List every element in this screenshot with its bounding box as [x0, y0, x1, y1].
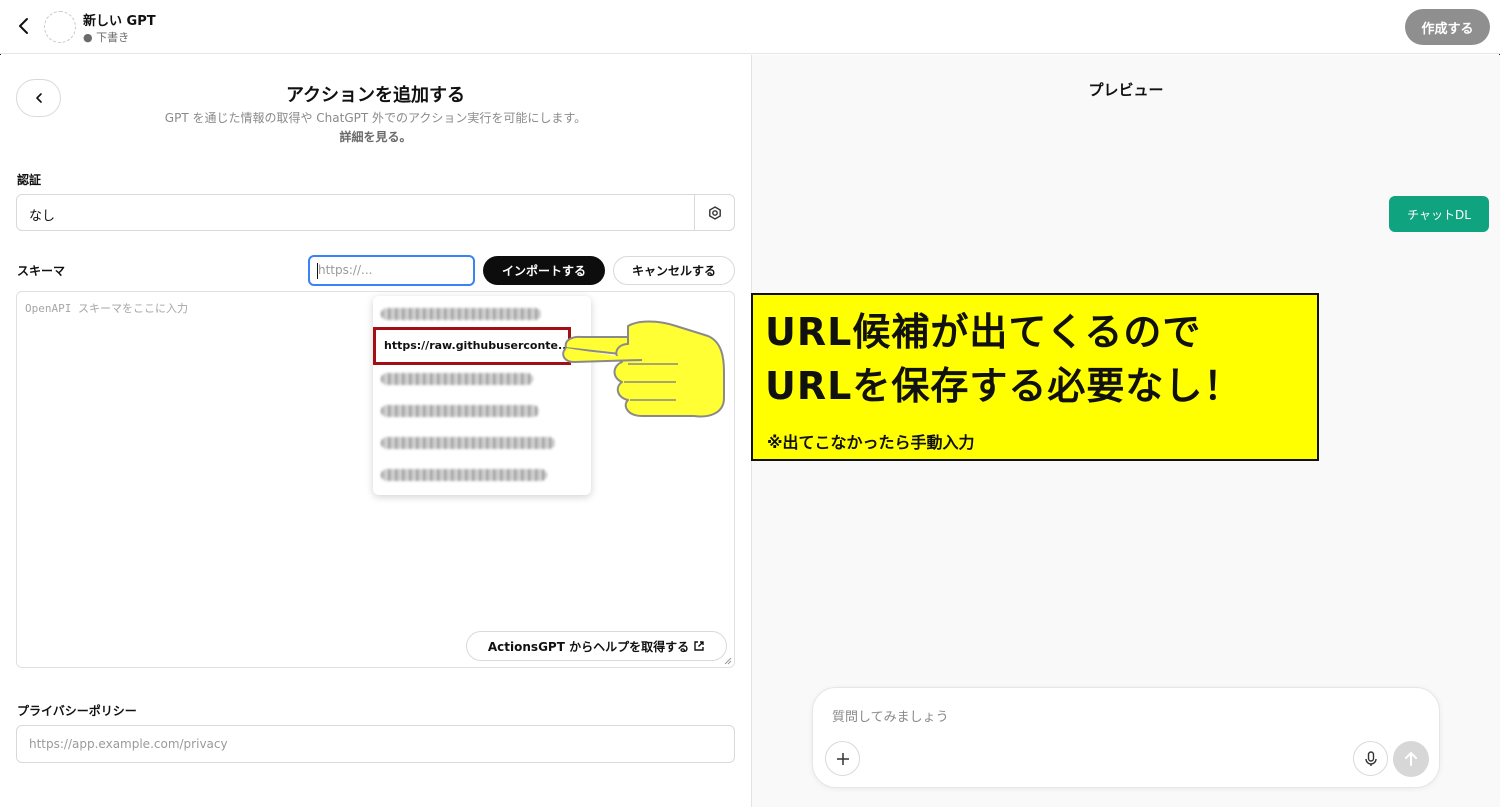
schema-url-placeholder: https://...: [318, 263, 373, 277]
chat-dl-button[interactable]: チャットDL: [1389, 196, 1489, 232]
composer-placeholder: 質問してみましょう: [832, 710, 949, 725]
external-link-icon: [694, 641, 704, 651]
message-composer[interactable]: 質問してみましょう: [812, 687, 1440, 788]
arrow-up-icon: [1405, 752, 1417, 766]
blurred-suggestion[interactable]: [381, 469, 547, 481]
url-suggestion-item[interactable]: https://raw.githubuserconte...: [373, 327, 571, 365]
resize-handle-icon[interactable]: [724, 657, 732, 665]
auth-select[interactable]: なし: [16, 194, 735, 231]
gpt-name: 新しい GPT: [83, 14, 156, 29]
schema-editor-placeholder: OpenAPI スキーマをここに入力: [25, 302, 188, 315]
gpt-status: ● 下書き: [83, 31, 130, 44]
voice-input-button[interactable]: [1353, 741, 1388, 776]
actionsgpt-help-button[interactable]: ActionsGPT からヘルプを取得する: [466, 631, 727, 661]
auth-settings-button[interactable]: [694, 195, 734, 230]
chevron-left-icon: [19, 18, 28, 34]
text-caret: [317, 263, 318, 279]
blurred-suggestion[interactable]: [381, 373, 533, 385]
microphone-icon: [1364, 750, 1377, 766]
pointing-hand-icon: [562, 320, 725, 418]
actionsgpt-help-label: ActionsGPT からヘルプを取得する: [487, 639, 690, 654]
auth-value: なし: [29, 209, 56, 224]
plus-icon: [836, 752, 849, 765]
schema-label: スキーマ: [17, 264, 66, 278]
schema-url-input[interactable]: https://...: [308, 255, 475, 286]
privacy-url-input[interactable]: https://app.example.com/privacy: [16, 725, 735, 763]
back-button[interactable]: [12, 14, 36, 38]
import-button[interactable]: インポートする: [483, 256, 605, 285]
page-subtitle: GPT を通じた情報の取得や ChatGPT 外でのアクション実行を可能にします…: [164, 111, 587, 125]
action-editor-panel: アクションを追加する GPT を通じた情報の取得や ChatGPT 外でのアクシ…: [0, 55, 751, 807]
create-button[interactable]: 作成する: [1405, 9, 1490, 45]
attach-button[interactable]: [825, 741, 860, 776]
auth-label: 認証: [17, 173, 42, 187]
top-bar: 新しい GPT ● 下書き 作成する: [0, 0, 1500, 54]
gpt-avatar[interactable]: [44, 11, 76, 43]
callout-line-1: URL候補が出てくるので: [765, 310, 1202, 354]
page-title: アクションを追加する: [285, 85, 466, 106]
blurred-suggestion[interactable]: [381, 405, 539, 417]
send-button[interactable]: [1393, 741, 1429, 777]
callout-note: ※出てこなかったら手動入力: [767, 433, 975, 452]
privacy-label: プライバシーポリシー: [17, 704, 137, 718]
cancel-button[interactable]: キャンセルする: [613, 256, 735, 285]
blurred-suggestion[interactable]: [381, 308, 541, 320]
preview-title: プレビュー: [1088, 81, 1164, 99]
blurred-suggestion[interactable]: [381, 437, 555, 449]
callout-line-2: URLを保存する必要なし！: [765, 364, 1243, 408]
gear-icon: [708, 205, 721, 220]
learn-more-link[interactable]: 詳細を見る。: [0, 128, 751, 145]
annotation-callout: URL候補が出てくるので URLを保存する必要なし！ ※出てこなかったら手動入力: [751, 293, 1319, 461]
